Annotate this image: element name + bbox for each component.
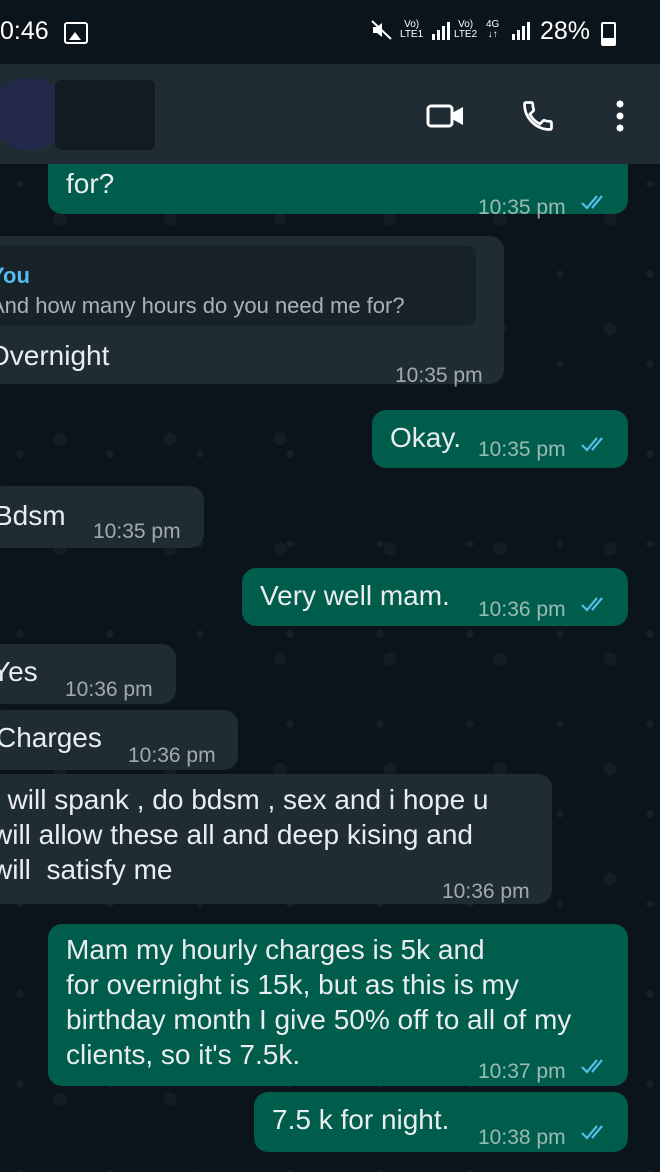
signal-bars-icon: [432, 20, 450, 46]
battery-percentage: 28%: [540, 17, 591, 45]
message-outgoing[interactable]: Okay. 10:35 pm: [372, 410, 628, 468]
message-outgoing[interactable]: Very well mam. 10:36 pm: [242, 568, 628, 626]
network-lte2: Vo) LTE2: [454, 20, 477, 40]
quoted-text: And how many hours do you need me for?: [0, 293, 405, 318]
message-incoming[interactable]: Bdsm 10:35 pm: [0, 486, 204, 548]
quoted-message[interactable]: You And how many hours do you need me fo…: [0, 246, 476, 326]
network-lte1-bottom: LTE1: [400, 29, 424, 40]
chat-header: [0, 64, 660, 164]
mute-icon: [370, 18, 394, 48]
message-time: 10:36 pm: [65, 678, 153, 701]
message-incoming[interactable]: Yes 10:36 pm: [0, 644, 176, 704]
network-lte2-bottom: LTE2: [454, 29, 478, 40]
read-receipt-icon: [581, 1125, 603, 1140]
message-text: Very well mam.: [260, 580, 450, 611]
network-lte1: Vo) LTE1: [400, 20, 423, 40]
message-text: Okay.: [390, 422, 462, 453]
message-text: 7.5 k for night.: [272, 1104, 450, 1135]
message-time: 10:38 pm: [478, 1126, 566, 1149]
message-incoming-reply[interactable]: You And how many hours do you need me fo…: [0, 236, 504, 387]
gallery-notification-icon: [64, 22, 88, 44]
network-4g-bottom: ↓↑: [487, 29, 498, 40]
message-outgoing[interactable]: 7.5 k for night. 10:38 pm: [254, 1092, 628, 1152]
battery-icon: [601, 22, 616, 46]
message-time: 10:35 pm: [478, 196, 566, 219]
message-outgoing[interactable]: for? 10:35 pm: [48, 164, 628, 219]
contact-name-redacted[interactable]: [55, 80, 155, 150]
status-time: 0:46: [0, 17, 49, 45]
message-time: 10:35 pm: [395, 364, 483, 387]
message-time: 10:35 pm: [478, 438, 566, 461]
message-text: Charges: [0, 722, 102, 753]
message-outgoing[interactable]: Mam my hourly charges is 5k and for over…: [48, 924, 628, 1086]
message-text: I will spank , do bdsm , sex and i hope …: [0, 784, 489, 885]
message-text: Bdsm: [0, 500, 66, 531]
read-receipt-icon: [581, 195, 603, 210]
voice-call-icon[interactable]: [516, 94, 560, 138]
network-4g: 4G ↓↑: [486, 20, 499, 40]
signal-bars-icon: [512, 20, 530, 46]
video-call-icon[interactable]: [424, 94, 468, 138]
message-text: Overnight: [0, 340, 110, 371]
message-text: Mam my hourly charges is 5k and for over…: [66, 934, 572, 1070]
message-time: 10:36 pm: [478, 598, 566, 621]
read-receipt-icon: [581, 437, 603, 452]
chat-area[interactable]: for? 10:35 pm You And how many hours do …: [0, 164, 660, 1172]
message-time: 10:35 pm: [93, 520, 181, 543]
message-time: 10:37 pm: [478, 1060, 566, 1083]
message-text: Yes: [0, 656, 38, 687]
message-time: 10:36 pm: [128, 744, 216, 767]
read-receipt-icon: [581, 1059, 603, 1074]
more-options-icon[interactable]: [598, 94, 642, 138]
read-receipt-icon: [581, 597, 603, 612]
message-incoming[interactable]: I will spank , do bdsm , sex and i hope …: [0, 774, 552, 904]
message-text: for?: [66, 168, 115, 199]
message-time: 10:36 pm: [442, 880, 530, 903]
message-incoming[interactable]: Charges 10:36 pm: [0, 710, 238, 770]
status-bar: 0:46 Vo) LTE1 Vo) LTE2 4G ↓↑ 28%: [0, 0, 660, 64]
